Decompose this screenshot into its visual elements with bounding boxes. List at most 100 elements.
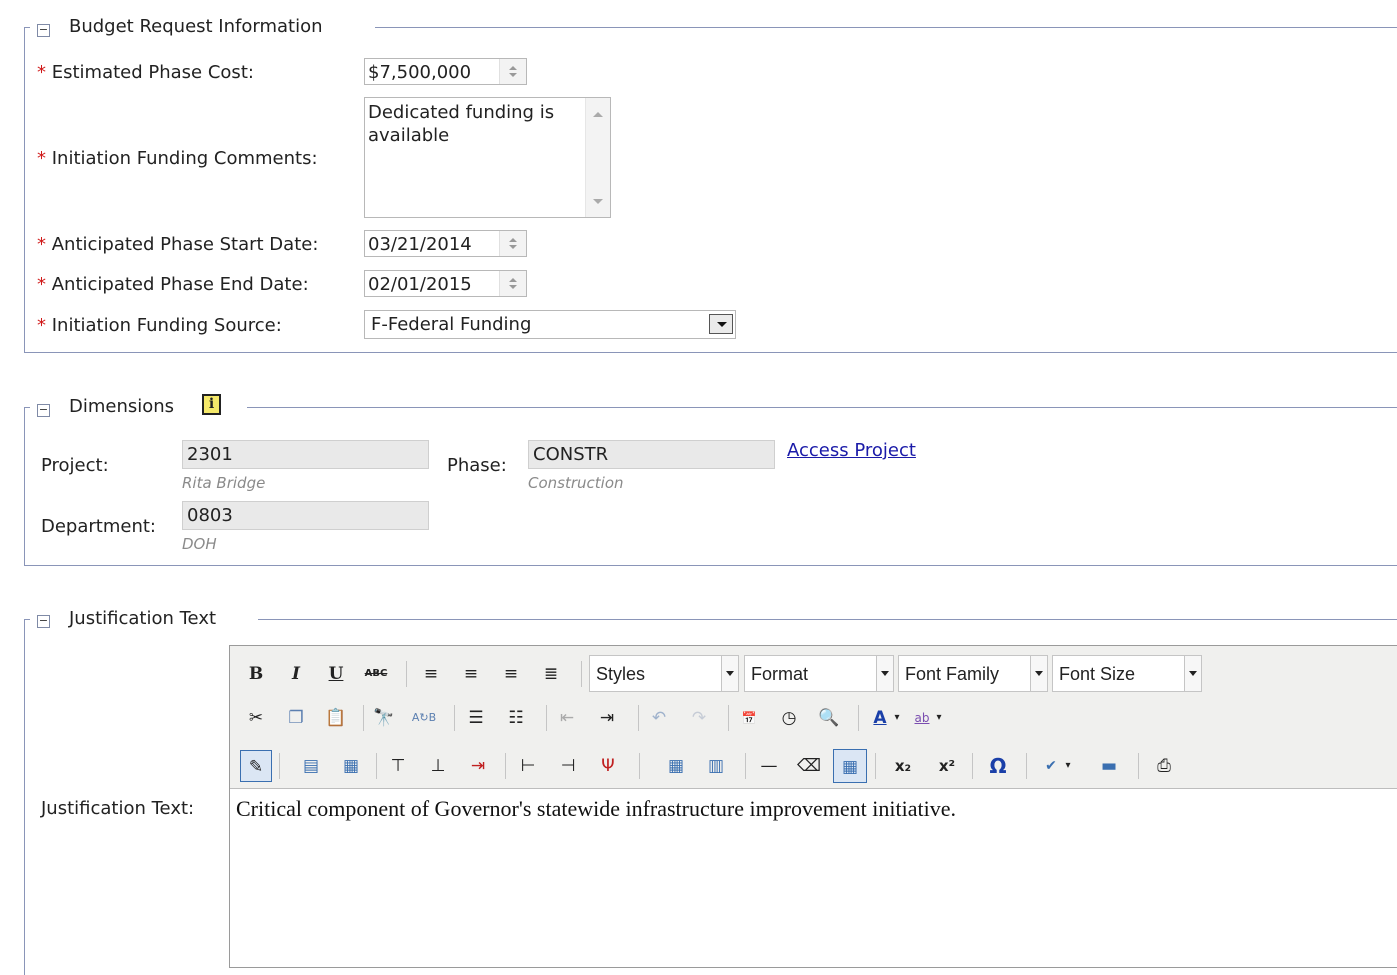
project-field: 2301 [182,440,429,469]
project-description: Rita Bridge [182,474,266,492]
eraser-icon[interactable]: ⌫ [796,753,822,779]
chevron-down-icon[interactable] [1030,656,1047,691]
find-icon[interactable]: 🔭 [371,705,397,731]
spellcheck-icon[interactable]: ✔ [1038,753,1064,779]
numbered-list-icon[interactable]: ☷ [503,705,529,731]
special-char-icon[interactable]: Ω [985,753,1011,779]
toolbar-separator [1026,753,1027,779]
toolbar-separator [638,705,639,731]
funding-comments-textarea[interactable]: Dedicated funding is available [364,97,611,218]
delete-row-icon[interactable]: ⇥ [465,753,491,779]
collapse-toggle-icon[interactable]: − [37,24,50,37]
scroll-up-icon[interactable] [593,112,603,117]
merge-cells-icon[interactable]: ▦ [663,753,689,779]
phase-value: CONSTR [533,444,609,465]
chevron-down-icon[interactable] [876,656,893,691]
scroll-down-icon[interactable] [593,199,603,204]
funding-comments-label-text: Initiation Funding Comments: [51,148,318,169]
delete-col-icon[interactable]: Ψ [595,753,621,779]
collapse-toggle-icon[interactable]: − [37,404,50,417]
cut-icon[interactable]: ✂ [243,705,269,731]
required-mark: * [37,274,46,295]
end-date-label: * Anticipated Phase End Date: [37,274,309,295]
strikethrough-icon[interactable]: ABC [363,661,389,687]
align-left-icon[interactable]: ≡ [418,661,444,687]
project-label: Project: [41,455,109,476]
paste-icon[interactable]: 📋 [323,705,349,731]
styles-dropdown[interactable]: Styles [589,655,739,692]
spinner-icon[interactable] [499,271,526,296]
styles-dropdown-label: Styles [596,664,646,684]
italic-icon[interactable]: I [283,661,309,687]
toolbar-separator [1138,753,1139,779]
phase-label: Phase: [447,455,507,476]
spinner-icon[interactable] [499,231,526,256]
subscript-icon[interactable]: x₂ [890,753,916,779]
start-date-input[interactable]: 03/21/2014 [364,230,527,257]
insert-col-before-icon[interactable]: ⊢ [515,753,541,779]
indent-icon[interactable]: ⇥ [594,705,620,731]
fieldset-top-border-left [24,619,30,620]
collapse-toggle-icon[interactable]: − [37,615,50,628]
chevron-down-icon[interactable] [721,656,738,691]
copy-icon[interactable]: ❐ [283,705,309,731]
font-family-dropdown[interactable]: Font Family [898,655,1048,692]
horizontal-rule-icon[interactable]: — [756,753,782,779]
text-color-icon[interactable]: A [867,705,893,731]
access-project-link[interactable]: Access Project [787,440,916,461]
align-justify-icon[interactable]: ≣ [538,661,564,687]
insert-hr-icon[interactable]: ▬ [1096,753,1122,779]
info-icon[interactable]: i [202,394,221,415]
dropdown-arrow-icon[interactable] [709,314,733,334]
split-cells-icon[interactable]: ▥ [703,753,729,779]
end-date-input[interactable]: 02/01/2015 [364,270,527,297]
department-label: Department: [41,516,156,537]
chevron-down-icon[interactable]: ▾ [891,705,903,731]
insert-date-icon[interactable]: 📅 [736,705,762,731]
underline-icon[interactable]: U [323,661,349,687]
font-size-dropdown[interactable]: Font Size [1052,655,1202,692]
table-cell-props-icon[interactable]: ▦ [338,753,364,779]
chevron-down-icon[interactable]: ▾ [1062,753,1074,779]
preview-icon[interactable]: 🔍 [816,705,842,731]
editor-content-area[interactable]: Critical component of Governor's statewi… [230,788,1397,967]
bullet-list-icon[interactable]: ☰ [463,705,489,731]
undo-icon[interactable]: ↶ [646,705,672,731]
dimensions-legend: Dimensions [69,396,175,417]
print-icon[interactable]: ⎙ [1151,753,1177,779]
insert-row-before-icon[interactable]: ⊤ [385,753,411,779]
department-value: 0803 [187,505,233,526]
redo-icon[interactable]: ↷ [686,705,712,731]
insert-row-after-icon[interactable]: ⊥ [425,753,451,779]
budget-legend: Budget Request Information [69,16,323,37]
chevron-down-icon[interactable] [1184,656,1201,691]
spinner-icon[interactable] [499,59,526,84]
required-mark: * [37,315,46,336]
fieldset-left-border [24,407,25,565]
superscript-icon[interactable]: x² [934,753,960,779]
align-center-icon[interactable]: ≡ [458,661,484,687]
funding-source-label: * Initiation Funding Source: [37,315,282,336]
insert-col-after-icon[interactable]: ⊣ [555,753,581,779]
insert-time-icon[interactable]: ◷ [776,705,802,731]
font-family-dropdown-label: Font Family [905,664,1000,684]
funding-source-select[interactable]: F-Federal Funding [364,310,736,339]
format-dropdown[interactable]: Format [744,655,894,692]
outdent-icon[interactable]: ⇤ [554,705,580,731]
textarea-scrollbar[interactable] [585,98,610,217]
estimated-cost-input[interactable]: $7,500,000 [364,58,527,85]
highlight-color-icon[interactable]: ab [909,705,935,731]
edit-html-icon[interactable]: ✎ [240,750,272,782]
chevron-down-icon[interactable]: ▾ [933,705,945,731]
table-row-props-icon[interactable]: ▤ [298,753,324,779]
replace-icon[interactable]: A↻B [411,705,437,731]
justification-legend: Justification Text [69,608,217,629]
start-date-label-text: Anticipated Phase Start Date: [51,234,319,255]
table-icon[interactable]: ▦ [833,749,867,783]
bold-icon[interactable]: B [243,661,269,687]
project-value: 2301 [187,444,233,465]
toolbar-separator [728,705,729,731]
funding-source-label-text: Initiation Funding Source: [51,315,282,336]
phase-field: CONSTR [528,440,775,469]
align-right-icon[interactable]: ≡ [498,661,524,687]
